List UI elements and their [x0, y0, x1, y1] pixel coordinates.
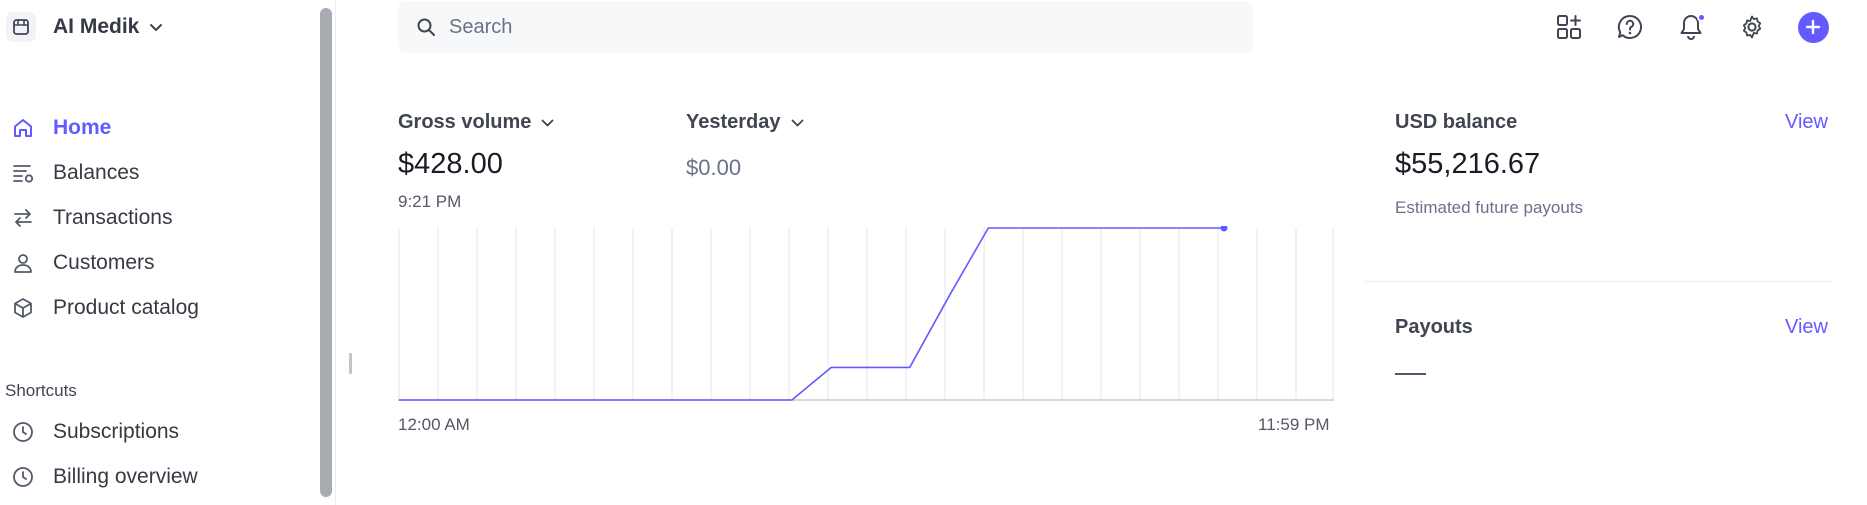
shortcut-label: Billing overview — [53, 464, 198, 488]
chart-current-point[interactable] — [1220, 226, 1228, 232]
customers-icon — [10, 250, 35, 275]
shortcut-label: Subscriptions — [53, 419, 180, 443]
sidebar-nav: Home Balances Transactions Customers Pro… — [0, 105, 310, 330]
sidebar-item-label: Home — [53, 115, 112, 139]
usd-balance-subtitle: Estimated future payouts — [1395, 198, 1584, 217]
shortcut-billing-overview[interactable]: Billing overview — [0, 454, 310, 499]
sidebar-resize-handle[interactable] — [349, 353, 352, 374]
chart-series-line — [399, 227, 1224, 401]
transactions-icon — [10, 205, 35, 230]
metric-label: Gross volume — [398, 111, 532, 133]
store-icon — [6, 12, 36, 42]
create-plus-icon — [1797, 11, 1829, 43]
sidebar-item-label: Product catalog — [53, 295, 199, 319]
x-axis-end-label: 11:59 PM — [1258, 415, 1330, 434]
usd-balance-value: $55,216.67 — [1395, 148, 1541, 180]
sidebar-scrollbar[interactable] — [320, 8, 332, 497]
chevron-down-icon — [149, 23, 163, 32]
compare-period-selector[interactable]: Yesterday — [686, 111, 804, 134]
clock-icon — [10, 419, 35, 444]
account-switcher[interactable]: AI Medik — [6, 10, 163, 44]
search-bar[interactable] — [398, 1, 1253, 53]
payouts-view-link[interactable]: View — [1785, 316, 1828, 339]
gross-volume-value: $428.00 — [398, 148, 503, 180]
metric-selector[interactable]: Gross volume — [398, 111, 554, 134]
product-catalog-icon — [10, 295, 35, 320]
chevron-down-icon — [791, 119, 804, 127]
search-icon — [416, 16, 438, 38]
payouts-empty-dash — [1395, 373, 1426, 375]
usd-balance-view-link[interactable]: View — [1785, 111, 1828, 134]
compare-label: Yesterday — [686, 111, 781, 133]
create-button[interactable] — [1794, 8, 1832, 46]
account-name: AI Medik — [53, 15, 140, 38]
shortcuts-heading: Shortcuts — [5, 381, 77, 400]
toolbar — [1550, 8, 1832, 46]
sidebar-item-label: Transactions — [53, 205, 173, 229]
settings-icon[interactable] — [1733, 8, 1771, 46]
sidebar-item-label: Customers — [53, 250, 155, 274]
payouts-title: Payouts — [1395, 316, 1473, 338]
apps-icon[interactable] — [1550, 8, 1588, 46]
sidebar-item-product-catalog[interactable]: Product catalog — [0, 285, 310, 330]
clock-icon — [10, 464, 35, 489]
shortcuts-list: Subscriptions Billing overview — [0, 409, 310, 499]
sidebar-item-label: Balances — [53, 160, 140, 184]
sidebar-item-transactions[interactable]: Transactions — [0, 195, 310, 240]
x-axis-start-label: 12:00 AM — [398, 415, 470, 434]
notifications-icon[interactable] — [1672, 8, 1710, 46]
balances-icon — [10, 160, 35, 185]
usd-balance-title: USD balance — [1395, 111, 1518, 133]
divider — [1365, 281, 1833, 282]
compare-value: $0.00 — [686, 155, 742, 180]
chevron-down-icon — [541, 119, 554, 127]
gross-volume-chart — [398, 226, 1334, 401]
sidebar-item-customers[interactable]: Customers — [0, 240, 310, 285]
gross-volume-time: 9:21 PM — [398, 192, 462, 211]
search-input[interactable] — [449, 15, 1229, 39]
shortcut-subscriptions[interactable]: Subscriptions — [0, 409, 310, 454]
help-icon[interactable] — [1611, 8, 1649, 46]
home-icon — [10, 115, 35, 140]
sidebar-item-home[interactable]: Home — [0, 105, 310, 150]
sidebar: AI Medik Home Balances Transactions Cust… — [0, 0, 336, 505]
notification-badge — [1697, 13, 1706, 22]
sidebar-item-balances[interactable]: Balances — [0, 150, 310, 195]
